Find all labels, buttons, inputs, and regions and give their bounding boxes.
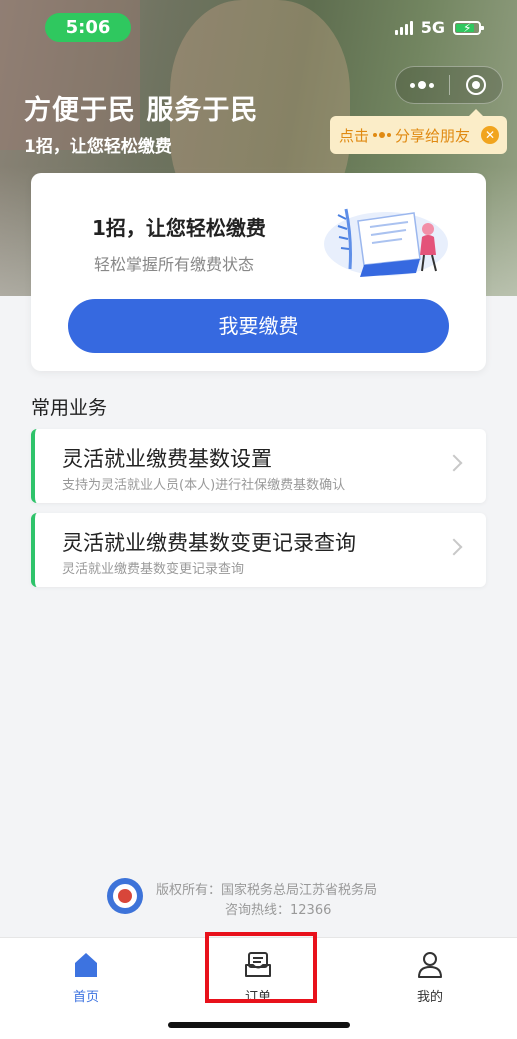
more-dots-icon bbox=[373, 132, 392, 138]
user-icon bbox=[418, 952, 442, 978]
hero-subtitle: 1招，让您轻松缴费 bbox=[24, 137, 172, 157]
service-item-base-setting[interactable]: 灵活就业缴费基数设置 支持为灵活就业人员(本人)进行社保缴费基数确认 bbox=[31, 429, 486, 503]
tab-label: 我的 bbox=[416, 990, 443, 1005]
pay-button[interactable]: 我要缴费 bbox=[68, 299, 449, 353]
service-title: 灵活就业缴费基数变更记录查询 bbox=[62, 531, 356, 555]
tab-label: 首页 bbox=[72, 990, 99, 1005]
status-time: 5:06 bbox=[45, 13, 131, 42]
tax-bureau-emblem bbox=[107, 878, 143, 914]
tab-mine[interactable]: 我的 bbox=[375, 946, 485, 1006]
battery-icon: ⚡ bbox=[453, 20, 484, 35]
payment-card: 1招，让您轻松缴费 轻松掌握所有缴费状态 我要缴费 bbox=[31, 173, 486, 371]
more-dots-icon[interactable] bbox=[396, 67, 449, 103]
card-title: 1招，让您轻松缴费 bbox=[92, 216, 266, 240]
service-title: 灵活就业缴费基数设置 bbox=[62, 447, 272, 471]
tab-home[interactable]: 首页 bbox=[31, 946, 141, 1006]
network-type: 5G bbox=[420, 18, 445, 37]
order-tab-highlight-box bbox=[205, 932, 317, 1003]
chevron-right-icon bbox=[445, 454, 463, 472]
share-tip-suffix: 分享给朋友 bbox=[395, 126, 471, 145]
service-item-change-record[interactable]: 灵活就业缴费基数变更记录查询 灵活就业缴费基数变更记录查询 bbox=[31, 513, 486, 587]
section-title: 常用业务 bbox=[31, 397, 108, 419]
paying-person-illustration bbox=[324, 208, 448, 277]
target-circle-icon[interactable] bbox=[450, 67, 503, 103]
share-tip-prefix: 点击 bbox=[339, 126, 370, 145]
hotline-text: 咨询热线：12366 bbox=[225, 903, 332, 918]
service-desc: 支持为灵活就业人员(本人)进行社保缴费基数确认 bbox=[62, 478, 346, 493]
miniprogram-capsule bbox=[395, 66, 503, 104]
home-icon bbox=[75, 953, 97, 977]
service-desc: 灵活就业缴费基数变更记录查询 bbox=[62, 562, 245, 577]
status-indicators: 5G ⚡ bbox=[394, 18, 484, 37]
card-subtitle: 轻松掌握所有缴费状态 bbox=[94, 255, 255, 274]
close-icon[interactable]: ✕ bbox=[481, 126, 499, 144]
share-tip: 点击 分享给朋友 ✕ bbox=[330, 109, 507, 154]
copyright-text: 版权所有：国家税务总局江苏省税务局 bbox=[156, 883, 378, 898]
signal-icon bbox=[394, 20, 413, 35]
hero-title: 方便于民 服务于民 bbox=[24, 95, 259, 126]
chevron-right-icon bbox=[445, 538, 463, 556]
home-indicator bbox=[168, 1022, 350, 1028]
